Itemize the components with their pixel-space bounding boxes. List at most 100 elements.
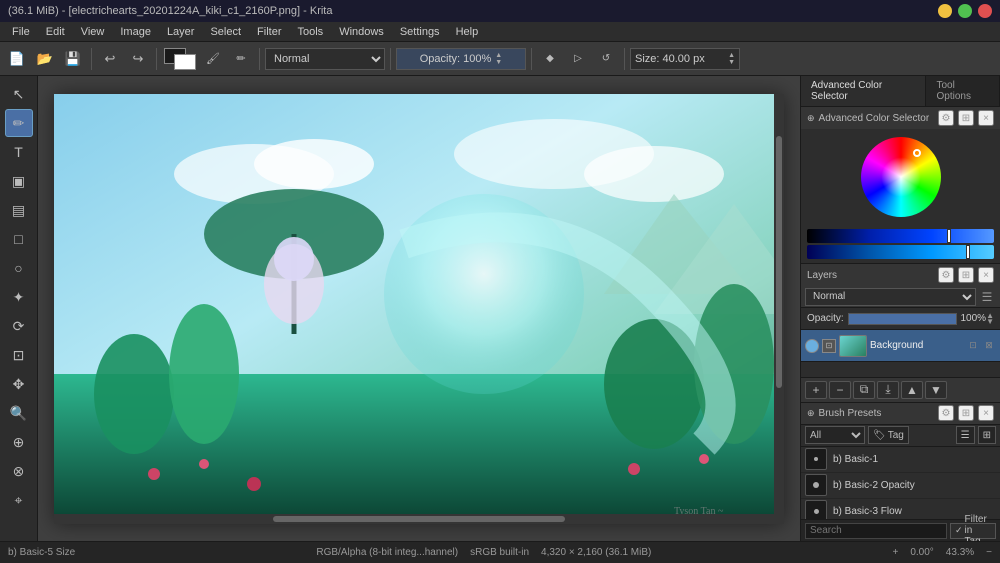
canvas[interactable]: Tyson Tan ~: [54, 94, 784, 524]
layers-expand-button[interactable]: ⊞: [958, 267, 974, 283]
layer-visibility-toggle[interactable]: [805, 339, 819, 353]
brush-type-button[interactable]: ✏: [228, 46, 254, 72]
layers-close-button[interactable]: ×: [978, 267, 994, 283]
size-down-arrow[interactable]: ▼: [728, 59, 735, 66]
menu-filter[interactable]: Filter: [249, 24, 289, 40]
layer-alpha-lock[interactable]: ⊡: [822, 339, 836, 353]
opacity-down[interactable]: ▼: [986, 319, 994, 325]
ellipse-tool[interactable]: ○: [5, 254, 33, 282]
brush-refresh-button[interactable]: ↺: [593, 46, 619, 72]
color-wheel[interactable]: [861, 137, 941, 217]
saturation-thumb[interactable]: [966, 245, 970, 259]
layer-action-1[interactable]: ⊡: [966, 339, 980, 353]
tab-tool-options[interactable]: Tool Options: [926, 76, 1000, 106]
opacity-arrows[interactable]: ▲ ▼: [495, 52, 502, 66]
brush-item-2[interactable]: b) Basic-2 Opacity: [801, 473, 1000, 499]
menu-edit[interactable]: Edit: [38, 24, 73, 40]
fill-tool[interactable]: ▣: [5, 167, 33, 195]
undo-button[interactable]: ↩: [97, 46, 123, 72]
brush-settings-panel-button[interactable]: ⚙: [938, 405, 954, 421]
add-layer-button[interactable]: +: [805, 381, 827, 399]
brush-close-button[interactable]: ×: [978, 405, 994, 421]
redo-button[interactable]: ↪: [125, 46, 151, 72]
brush-grid-view-button[interactable]: ⊞: [978, 426, 996, 444]
saturation-bar[interactable]: [807, 245, 994, 259]
path-tool[interactable]: ✦: [5, 283, 33, 311]
move-layer-up-button[interactable]: ▲: [901, 381, 923, 399]
layers-blend-mode-select[interactable]: Normal: [805, 288, 976, 306]
size-up-arrow[interactable]: ▲: [728, 52, 735, 59]
rect-tool[interactable]: □: [5, 225, 33, 253]
crop-tool[interactable]: ⊡: [5, 341, 33, 369]
move-layer-down-button[interactable]: ▼: [925, 381, 947, 399]
brush-settings-button[interactable]: 🖌: [200, 46, 226, 72]
layers-opacity-arrows[interactable]: ▲ ▼: [986, 313, 994, 325]
opacity-up-arrow[interactable]: ▲: [495, 52, 502, 59]
move-tool[interactable]: ✥: [5, 370, 33, 398]
filter-in-tag-button[interactable]: ✓ Filter in Tag...: [950, 523, 996, 539]
brush-expand-button[interactable]: ⊞: [958, 405, 974, 421]
opacity-down-arrow[interactable]: ▼: [495, 59, 502, 66]
zoom-bar[interactable]: −: [986, 547, 992, 558]
eyedropper-tool[interactable]: ⊕: [5, 428, 33, 456]
new-button[interactable]: 📄: [4, 46, 30, 72]
horizontal-scroll-thumb[interactable]: [273, 516, 565, 522]
duplicate-layer-button[interactable]: ⧉: [853, 381, 875, 399]
brush-tag-button[interactable]: 🏷 Tag: [868, 426, 909, 444]
menu-image[interactable]: Image: [112, 24, 159, 40]
brush-tool[interactable]: ✏: [5, 109, 33, 137]
open-button[interactable]: 📂: [32, 46, 58, 72]
zoom-plus-icon[interactable]: +: [892, 547, 898, 558]
remove-layer-button[interactable]: −: [829, 381, 851, 399]
close-button[interactable]: [978, 4, 992, 18]
menu-file[interactable]: File: [4, 24, 38, 40]
layers-filter-button[interactable]: ☰: [978, 288, 996, 306]
size-control[interactable]: Size: 40.00 px ▲ ▼: [630, 48, 740, 70]
layer-action-2[interactable]: ⊠: [982, 339, 996, 353]
freehand-select-tool[interactable]: ⌖: [5, 486, 33, 514]
brush-list-view-button[interactable]: ☰: [956, 426, 975, 444]
panel-settings-button[interactable]: ⚙: [938, 110, 954, 126]
opacity-control[interactable]: Opacity: 100% ▲ ▼: [396, 48, 526, 70]
brush-item-1[interactable]: b) Basic-1: [801, 447, 1000, 473]
layers-opacity-bar[interactable]: [848, 313, 957, 325]
menu-view[interactable]: View: [73, 24, 113, 40]
maximize-button[interactable]: [958, 4, 972, 18]
layer-row[interactable]: ⊡ Background ⊡ ⊠: [801, 330, 1000, 362]
menu-select[interactable]: Select: [202, 24, 249, 40]
hue-thumb[interactable]: [947, 229, 951, 243]
canvas-area[interactable]: Tyson Tan ~: [38, 76, 800, 541]
zoom-tool[interactable]: 🔍: [5, 399, 33, 427]
menu-layer[interactable]: Layer: [159, 24, 203, 40]
size-arrows[interactable]: ▲ ▼: [728, 52, 735, 66]
menu-windows[interactable]: Windows: [331, 24, 392, 40]
hue-bar[interactable]: [807, 229, 994, 243]
panel-close-button[interactable]: ×: [978, 110, 994, 126]
gradient-tool[interactable]: ▤: [5, 196, 33, 224]
merge-layer-button[interactable]: ⤓: [877, 381, 899, 399]
menu-help[interactable]: Help: [448, 24, 487, 40]
smudge-tool[interactable]: ⊗: [5, 457, 33, 485]
panel-expand-button[interactable]: ⊞: [958, 110, 974, 126]
color-wheel-container[interactable]: [801, 129, 1000, 225]
text-tool[interactable]: T: [5, 138, 33, 166]
minimize-button[interactable]: [938, 4, 952, 18]
horizontal-scrollbar[interactable]: [54, 514, 784, 524]
menu-settings[interactable]: Settings: [392, 24, 448, 40]
transform-tool[interactable]: ⟳: [5, 312, 33, 340]
tab-advanced-color[interactable]: Advanced Color Selector: [801, 76, 926, 106]
blend-mode-select[interactable]: Normal: [265, 48, 385, 70]
menu-tools[interactable]: Tools: [290, 24, 332, 40]
vertical-scrollbar[interactable]: [774, 94, 784, 514]
color-wheel-cursor[interactable]: [913, 149, 921, 157]
brush-shape-button[interactable]: ◆: [537, 46, 563, 72]
background-color[interactable]: [174, 54, 196, 70]
brush-filter-select[interactable]: All: [805, 426, 865, 444]
layers-settings-button[interactable]: ⚙: [938, 267, 954, 283]
brush-preset-button[interactable]: ▷: [565, 46, 591, 72]
vertical-scroll-thumb[interactable]: [776, 136, 782, 388]
select-tool[interactable]: ↖: [5, 80, 33, 108]
foreground-background-colors[interactable]: [162, 46, 198, 72]
save-button[interactable]: 💾: [60, 46, 86, 72]
brush-search-input[interactable]: [805, 523, 947, 539]
